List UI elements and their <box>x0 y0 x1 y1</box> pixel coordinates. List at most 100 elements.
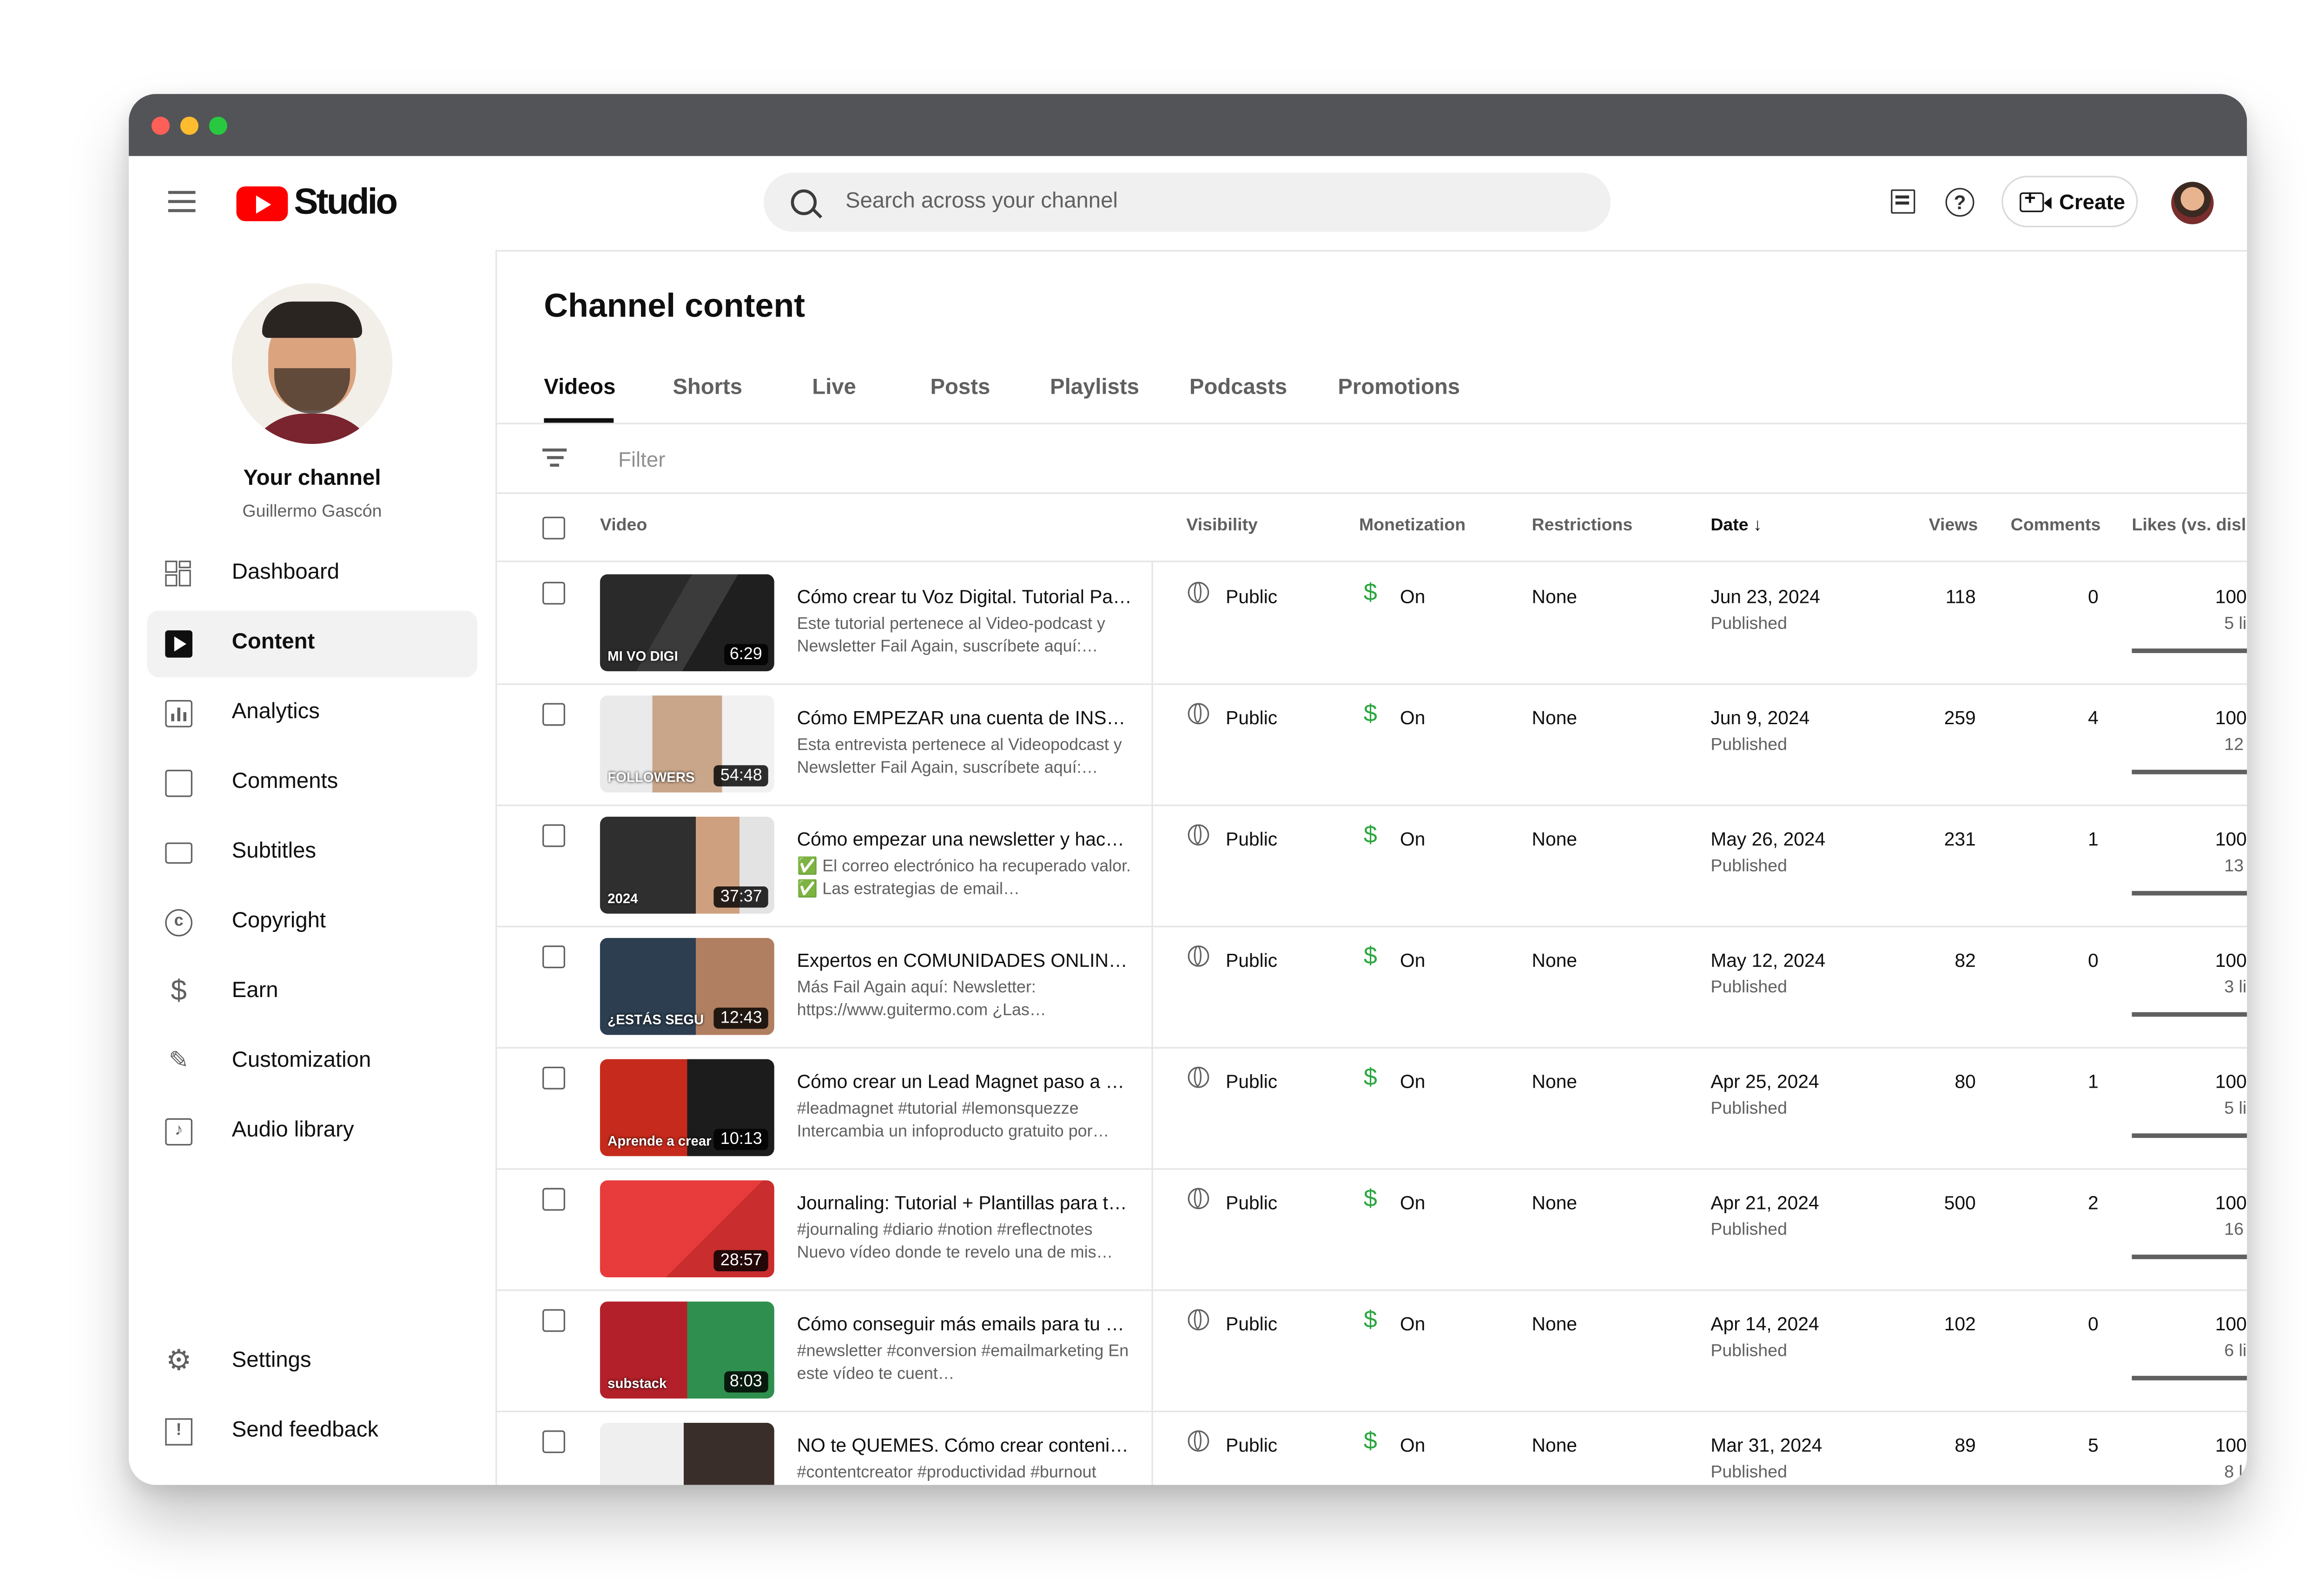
column-restrictions[interactable]: Restrictions <box>1532 517 1633 535</box>
tab-live[interactable]: Live <box>812 376 856 400</box>
help-icon[interactable]: ? <box>1945 188 1974 217</box>
likes-percent: 100 <box>2215 1192 2247 1214</box>
video-thumbnail[interactable]: substack 8:03 <box>600 1302 774 1399</box>
table-row[interactable]: MI VO DIGI 6:29 Cómo crear tu Voz Digita… <box>497 562 2247 685</box>
sidebar-item-dashboard[interactable]: Dashboard <box>147 541 477 608</box>
minimize-window-button[interactable] <box>180 117 199 135</box>
tab-shorts[interactable]: Shorts <box>673 376 742 400</box>
row-checkbox[interactable] <box>542 703 565 726</box>
menu-icon[interactable] <box>168 191 196 212</box>
sidebar-item-label: Earn <box>231 978 278 1003</box>
monetization-value[interactable]: On <box>1400 707 1425 729</box>
table-row[interactable]: substack 8:03 Cómo conseguir más emails … <box>497 1289 2247 1413</box>
row-checkbox[interactable] <box>542 1309 565 1332</box>
table-row[interactable]: ¿ESTÁS SEGU 12:43 Expertos en COMUNIDADE… <box>497 925 2247 1049</box>
filter-input[interactable]: Filter <box>618 447 665 471</box>
sidebar-item-send-feedback[interactable]: ! Send feedback <box>147 1399 477 1465</box>
monetization-value[interactable]: On <box>1400 950 1425 971</box>
video-title[interactable]: Cómo crear tu Voz Digital. Tutorial Pa… <box>797 587 1134 608</box>
sidebar-item-customization[interactable]: ✎ Customization <box>147 1029 477 1095</box>
visibility-value[interactable]: Public <box>1226 829 1277 850</box>
sidebar-item-settings[interactable]: ⚙ Settings <box>147 1329 477 1395</box>
monetization-value[interactable]: On <box>1400 1071 1425 1093</box>
restrictions-value: None <box>1532 1192 1578 1214</box>
likes-ratio-bar <box>2132 1133 2247 1138</box>
video-thumbnail[interactable]: 28:57 <box>600 1180 774 1278</box>
video-thumbnail[interactable]: FOLLOWERS 54:48 <box>600 695 774 793</box>
monetization-value[interactable]: On <box>1400 1435 1425 1456</box>
video-title[interactable]: Cómo conseguir más emails para tu N… <box>797 1314 1134 1335</box>
sidebar-item-subtitles[interactable]: Subtitles <box>147 820 477 886</box>
video-title[interactable]: Journaling: Tutorial + Plantillas para t… <box>797 1192 1134 1214</box>
column-date[interactable]: Date ↓ <box>1710 517 1762 535</box>
visibility-value[interactable]: Public <box>1226 1314 1277 1335</box>
row-checkbox[interactable] <box>542 1188 565 1211</box>
video-title[interactable]: NO te QUEMES. Cómo crear contenid… <box>797 1435 1134 1456</box>
feedback-icon[interactable] <box>1891 189 1915 214</box>
column-comments[interactable]: Comments <box>2011 517 2101 535</box>
video-thumbnail[interactable]: 2024 37:37 <box>600 817 774 914</box>
visibility-value[interactable]: Public <box>1226 1192 1277 1214</box>
table-row[interactable]: 2024 37:37 Cómo empezar una newsletter y… <box>497 804 2247 927</box>
publish-status: Published <box>1710 1221 1787 1240</box>
row-checkbox[interactable] <box>542 824 565 847</box>
row-checkbox[interactable] <box>542 945 565 969</box>
table-row[interactable]: NO te QUEMES. Cómo crear contenid… #cont… <box>497 1410 2247 1485</box>
video-thumbnail[interactable]: ¿ESTÁS SEGU 12:43 <box>600 938 774 1035</box>
dollar-icon: $ <box>1363 701 1377 727</box>
video-title[interactable]: Cómo EMPEZAR una cuenta de INSTA… <box>797 707 1134 729</box>
restrictions-value: None <box>1532 829 1578 850</box>
tab-playlists[interactable]: Playlists <box>1050 376 1139 400</box>
table-row[interactable]: Aprende a crear un Lead Magnet 10:13 Cóm… <box>497 1047 2247 1170</box>
video-thumbnail[interactable]: MI VO DIGI 6:29 <box>600 574 774 672</box>
comments-count: 4 <box>2088 707 2099 729</box>
visibility-value[interactable]: Public <box>1226 950 1277 971</box>
column-likes[interactable]: Likes (vs. dislil <box>2132 517 2247 535</box>
visibility-value[interactable]: Public <box>1226 1435 1277 1456</box>
filter-bar[interactable]: Filter <box>497 424 2247 494</box>
video-title[interactable]: Cómo empezar una newsletter y hace… <box>797 829 1134 850</box>
video-title[interactable]: Expertos en COMUNIDADES ONLINE d… <box>797 950 1134 971</box>
video-title[interactable]: Cómo crear un Lead Magnet paso a p… <box>797 1071 1134 1093</box>
video-thumbnail[interactable]: Aprende a crear un Lead Magnet 10:13 <box>600 1059 774 1156</box>
monetization-value[interactable]: On <box>1400 829 1425 850</box>
video-thumbnail[interactable] <box>600 1422 774 1485</box>
sidebar-item-audio-library[interactable]: ♪ Audio library <box>147 1098 477 1165</box>
select-all-checkbox[interactable] <box>542 516 565 540</box>
close-window-button[interactable] <box>151 117 170 135</box>
studio-logo[interactable]: Studio <box>236 182 398 224</box>
sidebar-item-analytics[interactable]: Analytics <box>147 680 477 747</box>
publish-status: Published <box>1710 1463 1787 1482</box>
filter-icon[interactable] <box>542 448 567 467</box>
channel-avatar[interactable] <box>231 283 393 444</box>
likes-ratio-bar <box>2132 1012 2247 1017</box>
search-input[interactable]: Search across your channel <box>763 172 1611 232</box>
monetization-value[interactable]: On <box>1400 1192 1425 1214</box>
create-label: Create <box>2059 189 2126 214</box>
row-checkbox[interactable] <box>542 1066 565 1090</box>
visibility-value[interactable]: Public <box>1226 707 1277 729</box>
account-avatar[interactable] <box>2171 182 2214 225</box>
column-views[interactable]: Views <box>1929 517 1978 535</box>
tab-promotions[interactable]: Promotions <box>1338 376 1460 400</box>
table-row[interactable]: 28:57 Journaling: Tutorial + Plantillas … <box>497 1168 2247 1291</box>
visibility-value[interactable]: Public <box>1226 587 1277 608</box>
sidebar-item-earn[interactable]: $ Earn <box>147 959 477 1025</box>
monetization-value[interactable]: On <box>1400 587 1425 608</box>
magic-wand-icon: ✎ <box>168 1048 189 1075</box>
column-visibility[interactable]: Visibility <box>1186 517 1258 535</box>
table-row[interactable]: FOLLOWERS 54:48 Cómo EMPEZAR una cuenta … <box>497 683 2247 806</box>
sidebar-item-comments[interactable]: Comments <box>147 750 477 817</box>
sidebar-item-copyright[interactable]: c Copyright <box>147 890 477 956</box>
tab-videos[interactable]: Videos <box>544 376 615 400</box>
tab-podcasts[interactable]: Podcasts <box>1189 376 1287 400</box>
sidebar-item-content[interactable]: Content <box>147 610 477 678</box>
create-button[interactable]: Create <box>2001 176 2138 227</box>
column-monetization[interactable]: Monetization <box>1359 517 1466 535</box>
maximize-window-button[interactable] <box>209 117 227 135</box>
row-checkbox[interactable] <box>542 1430 565 1453</box>
tab-posts[interactable]: Posts <box>931 376 990 400</box>
row-checkbox[interactable] <box>542 581 565 605</box>
visibility-value[interactable]: Public <box>1226 1071 1277 1093</box>
monetization-value[interactable]: On <box>1400 1314 1425 1335</box>
